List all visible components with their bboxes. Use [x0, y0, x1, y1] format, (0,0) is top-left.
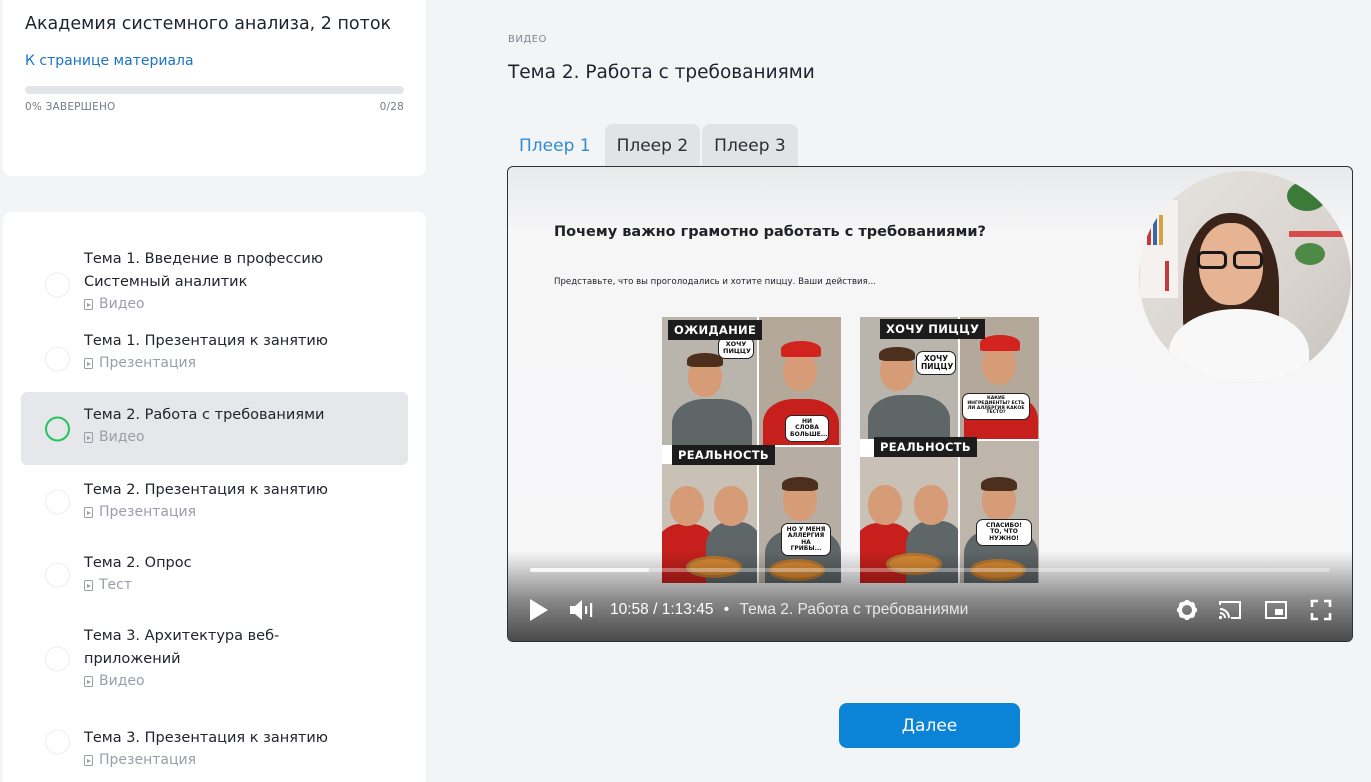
course-title: Академия системного анализа, 2 поток [25, 14, 392, 34]
lesson-title: Тема 2. Работа с требованиями [84, 407, 325, 423]
meme-caption: ОЖИДАНИЕ [668, 320, 763, 340]
presentation-file-icon [84, 755, 93, 766]
cast-icon [1218, 601, 1241, 620]
play-icon [530, 599, 548, 621]
current-time: 10:58 [610, 601, 649, 618]
next-button[interactable]: Далее [839, 703, 1020, 748]
cast-button[interactable] [1218, 599, 1242, 621]
lesson-title: Тема 1. Презентация к занятию [84, 333, 328, 349]
miniplayer-button[interactable] [1264, 599, 1288, 621]
content-type-label: ВИДЕО [508, 34, 547, 45]
speech-bubble: СПАСИБО! ТО, ЧТО НУЖНО! [976, 519, 1032, 546]
lesson-status-circle [45, 729, 70, 755]
lesson-title: Тема 2. Презентация к занятию [84, 482, 328, 498]
course-card: Академия системного анализа, 2 поток К с… [3, 0, 426, 176]
settings-button[interactable] [1176, 599, 1197, 621]
miniplayer-icon [1265, 601, 1287, 619]
presentation-file-icon [84, 358, 93, 369]
course-progress-bar [25, 86, 404, 94]
video-progress-fill [530, 568, 650, 572]
test-file-icon [84, 580, 93, 591]
video-file-icon [84, 299, 93, 310]
speech-bubble: НИ СЛОВА БОЛЬШЕ... [785, 415, 829, 442]
lesson-title: Тема 3. Архитектура веб-приложений [84, 628, 280, 667]
lesson-item[interactable]: Тема 1. Презентация к занятию Презентаци… [21, 326, 408, 392]
lesson-status-circle [45, 562, 70, 587]
volume-icon [570, 600, 593, 620]
lesson-status-circle [45, 416, 70, 441]
lesson-title: Тема 3. Презентация к занятию [84, 730, 328, 746]
title-separator: • [723, 601, 730, 618]
lesson-item-active[interactable]: Тема 2. Работа с требованиями Видео [21, 392, 408, 465]
lesson-type-label: Презентация [99, 355, 197, 371]
lesson-item[interactable]: Тема 1. Введение в профессию Системный а… [21, 244, 408, 326]
tab-player-1[interactable]: Плеер 1 [507, 124, 603, 167]
lesson-type-label: Видео [99, 296, 145, 312]
player-tabs: Плеер 1 Плеер 2 Плеер 3 [507, 124, 798, 167]
lesson-type-label: Презентация [99, 504, 197, 520]
tab-player-3[interactable]: Плеер 3 [702, 124, 798, 167]
lesson-status-circle [45, 272, 70, 298]
material-page-link[interactable]: К странице материала [25, 53, 194, 69]
meme-caption: ХОЧУ ПИЦЦУ [880, 319, 986, 339]
meme-caption: РЕАЛЬНОСТЬ [672, 445, 775, 465]
video-file-icon [84, 676, 93, 687]
lesson-title: Тема 2. Опрос [84, 555, 192, 571]
lesson-item[interactable]: Тема 2. Опрос Тест [21, 538, 408, 611]
progress-label: 0% ЗАВЕРШЕНО [25, 101, 116, 113]
lesson-title: Тема 1. Введение в профессию Системный а… [84, 251, 324, 290]
speech-bubble: ХОЧУ ПИЦЦУ [916, 351, 956, 375]
video-player[interactable]: Почему важно грамотно работать с требова… [507, 166, 1353, 642]
lesson-status-circle [45, 489, 70, 514]
video-file-icon [84, 432, 93, 443]
lesson-status-circle [45, 646, 70, 672]
progress-count: 0/28 [379, 101, 404, 113]
lesson-status-circle [45, 346, 70, 372]
lesson-item[interactable]: Тема 3. Архитектура веб-приложений Видео [21, 611, 408, 707]
lesson-type-label: Видео [99, 429, 145, 445]
video-progress-bar[interactable] [530, 568, 1330, 572]
meme-image-want-pizza: ХОЧУ ПИЦЦУ КАКИЕ ИНГРЕДИЕНТЫ? ЕСТЬ ЛИ АЛ… [860, 317, 1039, 583]
lesson-list: Тема 1. Введение в профессию Системный а… [3, 212, 426, 782]
meme-image-expectation: ХОЧУ ПИЦЦУ НИ СЛОВА БОЛЬШЕ... ОЖИДАНИЕ Р… [662, 317, 841, 583]
slide-heading: Почему важно грамотно работать с требова… [554, 224, 986, 240]
video-title: Тема 2. Работа с требованиями [739, 601, 969, 618]
player-control-bar: 10:58 / 1:13:45 • Тема 2. Работа с требо… [530, 595, 1332, 625]
slide-text: Представьте, что вы проголодались и хоти… [554, 277, 876, 287]
time-display: 10:58 / 1:13:45 • Тема 2. Работа с требо… [610, 601, 968, 619]
tab-player-2[interactable]: Плеер 2 [604, 124, 701, 167]
fullscreen-button[interactable] [1310, 599, 1332, 621]
speech-bubble: ХОЧУ ПИЦЦУ [718, 337, 754, 359]
settings-icon [1177, 600, 1197, 620]
speech-bubble: НО У МЕНЯ АЛЛЕРГИЯ НА ГРИБЫ... [781, 523, 831, 557]
lesson-type-label: Презентация [99, 752, 197, 768]
volume-button[interactable] [568, 599, 596, 621]
lesson-type-label: Видео [99, 673, 145, 689]
lesson-item[interactable]: Тема 3. Презентация к занятию Презентаци… [21, 707, 408, 777]
duration: / 1:13:45 [653, 601, 714, 618]
presenter-webcam [1139, 171, 1351, 383]
page-title: Тема 2. Работа с требованиями [508, 62, 815, 83]
speech-bubble: КАКИЕ ИНГРЕДИЕНТЫ? ЕСТЬ ЛИ АЛЛЕРГИЯ КАКО… [962, 393, 1030, 421]
meme-caption: РЕАЛЬНОСТЬ [874, 437, 977, 457]
fullscreen-icon [1310, 599, 1332, 621]
lesson-item[interactable]: Тема 2. Презентация к занятию Презентаци… [21, 465, 408, 538]
play-button[interactable] [530, 599, 550, 621]
presentation-file-icon [84, 507, 93, 518]
lesson-type-label: Тест [99, 577, 133, 593]
